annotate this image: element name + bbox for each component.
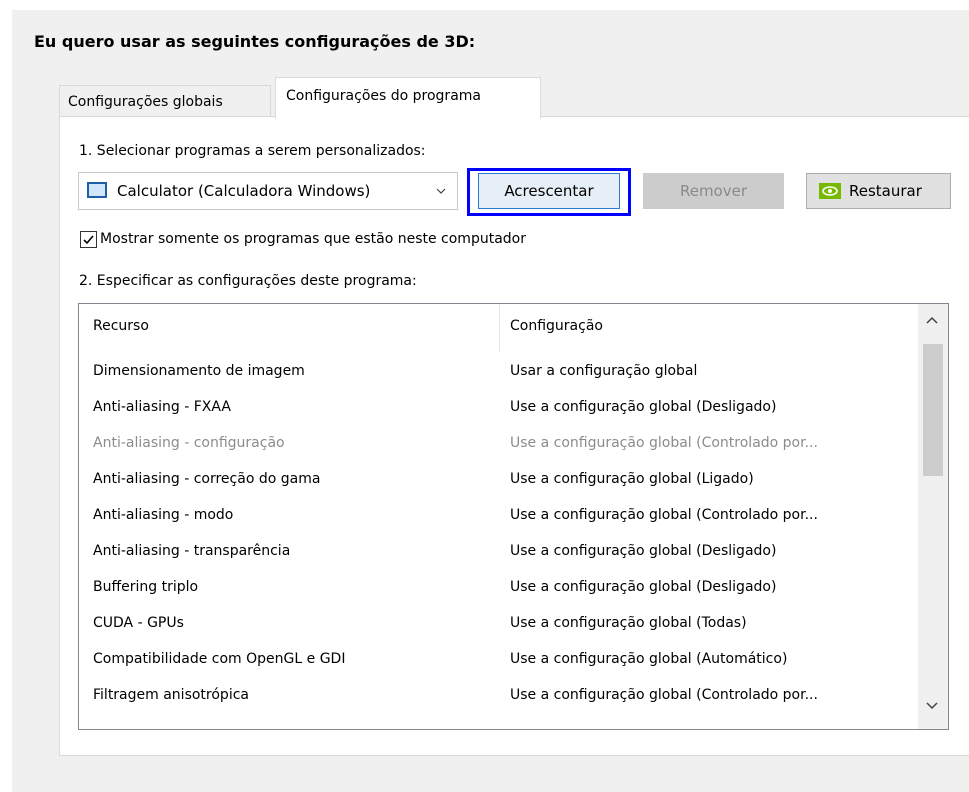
chevron-down-icon [436, 188, 446, 194]
table-row[interactable]: Anti-aliasing - modo Use a configuração … [79, 499, 917, 533]
feature-cell: CUDA - GPUs [93, 615, 184, 631]
setting-cell: Use a configuração global (Automático) [510, 651, 788, 667]
setting-cell: Use a configuração global (Desligado) [510, 579, 777, 595]
feature-cell: Anti-aliasing - FXAA [93, 399, 231, 415]
tab-global-settings[interactable]: Configurações globais [59, 85, 271, 117]
page-title: Eu quero usar as seguintes configurações… [34, 32, 476, 51]
column-divider[interactable] [499, 304, 500, 352]
table-row[interactable]: Anti-aliasing - configuração Use a confi… [79, 427, 917, 461]
tab-program-settings[interactable]: Configurações do programa [275, 77, 541, 119]
show-installed-only-checkbox[interactable] [80, 231, 97, 248]
chevron-down-icon[interactable] [926, 702, 938, 710]
restore-button[interactable]: Restaurar [806, 173, 951, 209]
setting-cell: Use a configuração global (Controlado po… [510, 507, 818, 523]
table-row[interactable]: Anti-aliasing - transparência Use a conf… [79, 535, 917, 569]
column-header-feature[interactable]: Recurso [93, 318, 149, 334]
feature-cell: Compatibilidade com OpenGL e GDI [93, 651, 346, 667]
table-row[interactable]: Filtragem anisotrópica Use a configuraçã… [79, 679, 917, 713]
chevron-up-icon[interactable] [926, 316, 938, 324]
program-dropdown[interactable]: Calculator (Calculadora Windows) [78, 172, 458, 210]
setting-cell: Usar a configuração global [510, 363, 698, 379]
table-row[interactable]: Anti-aliasing - correção do gama Use a c… [79, 463, 917, 497]
feature-cell: Filtragem anisotrópica [93, 687, 249, 703]
table-row[interactable]: Anti-aliasing - FXAA Use a configuração … [79, 391, 917, 425]
select-programs-label: 1. Selecionar programas a serem personal… [79, 143, 426, 159]
setting-cell: Use a configuração global (Controlado po… [510, 435, 818, 451]
setting-cell: Use a configuração global (Todas) [510, 615, 747, 631]
app-window-icon [87, 182, 107, 198]
setting-cell: Use a configuração global (Desligado) [510, 543, 777, 559]
table-row[interactable]: CUDA - GPUs Use a configuração global (T… [79, 607, 917, 641]
program-dropdown-value: Calculator (Calculadora Windows) [117, 182, 371, 200]
table-row[interactable]: Dimensionamento de imagem Usar a configu… [79, 355, 917, 389]
specify-settings-label: 2. Especificar as configurações deste pr… [79, 273, 417, 289]
setting-cell: Use a configuração global (Desligado) [510, 399, 777, 415]
checkmark-icon [83, 235, 94, 245]
table-row[interactable]: Buffering triplo Use a configuração glob… [79, 571, 917, 605]
settings-table[interactable]: Recurso Configuração Dimensionamento de … [78, 303, 949, 730]
add-button[interactable]: Acrescentar [478, 173, 620, 209]
feature-cell: Anti-aliasing - configuração [93, 435, 285, 451]
setting-cell: Use a configuração global (Ligado) [510, 471, 754, 487]
setting-cell: Use a configuração global (Controlado po… [510, 687, 818, 703]
feature-cell: Anti-aliasing - modo [93, 507, 234, 523]
remove-button[interactable]: Remover [643, 173, 784, 209]
feature-cell: Anti-aliasing - transparência [93, 543, 291, 559]
show-installed-only-label[interactable]: Mostrar somente os programas que estão n… [100, 231, 526, 247]
feature-cell: Anti-aliasing - correção do gama [93, 471, 321, 487]
feature-cell: Buffering triplo [93, 579, 199, 595]
column-header-setting[interactable]: Configuração [510, 318, 603, 334]
restore-button-label: Restaurar [849, 182, 922, 200]
vertical-scrollbar[interactable] [918, 304, 948, 729]
nvidia-eye-icon [819, 183, 841, 199]
table-row[interactable]: Compatibilidade com OpenGL e GDI Use a c… [79, 643, 917, 677]
feature-cell: Dimensionamento de imagem [93, 363, 305, 379]
scrollbar-thumb[interactable] [923, 344, 943, 476]
